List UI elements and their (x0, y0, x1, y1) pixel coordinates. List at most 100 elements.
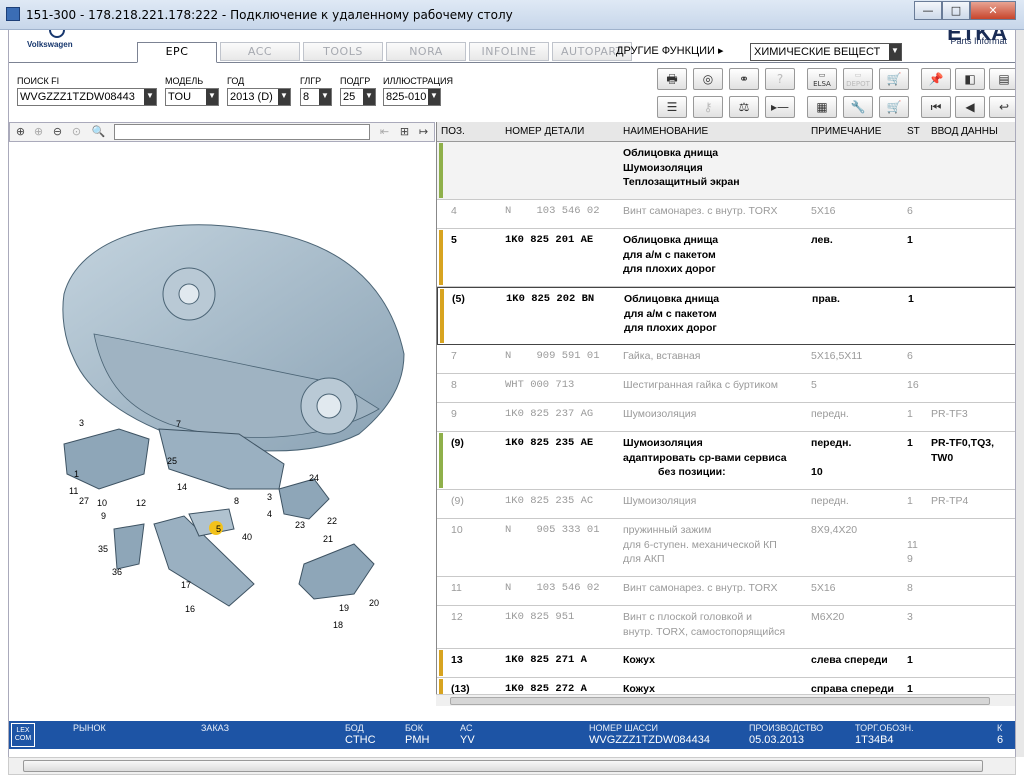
maximize-button[interactable]: □ (942, 1, 970, 20)
year-select[interactable]: 2013 (D) ▼ (227, 88, 291, 106)
key-icon[interactable]: ⚷ (693, 96, 723, 118)
table-row[interactable]: 10 N 905 333 01 пружинный зажим для 6-ступ… (437, 519, 1015, 577)
callout-36[interactable]: 36 (112, 567, 122, 577)
table-row[interactable]: 4 N 103 546 02 Винт самонарез. с внутр. TO… (437, 200, 1015, 229)
callout-19[interactable]: 19 (339, 603, 349, 613)
zoom-fit-icon[interactable]: ⊕ (12, 124, 29, 140)
callout-25[interactable]: 25 (167, 456, 177, 466)
split-view-icon[interactable]: ⊞ (396, 124, 413, 140)
search-icon[interactable]: 🔍 (90, 124, 107, 140)
scale-icon[interactable]: ⚖ (729, 96, 759, 118)
table-row[interactable]: (5) 1K0 825 202 BN Облицовка днища для а/м… (437, 287, 1015, 345)
binoculars-icon[interactable]: ⚭ (729, 68, 759, 90)
callout-18[interactable]: 18 (333, 620, 343, 630)
table-row[interactable]: 12 1K0 825 951 Винт с плоской головкой и в… (437, 606, 1015, 649)
callout-17[interactable]: 17 (181, 580, 191, 590)
close-button[interactable]: ✕ (970, 1, 1016, 20)
callout-20[interactable]: 20 (369, 598, 379, 608)
scroll-icon[interactable]: ▦ (807, 96, 837, 118)
split-right-icon[interactable]: ↦ (415, 124, 432, 140)
col-note-header[interactable]: ПРИМЕЧАНИЕ (811, 126, 881, 137)
list-icon[interactable]: ☰ (657, 96, 687, 118)
callout-1[interactable]: 1 (74, 469, 79, 479)
zoom-in-icon[interactable]: ⊕ (30, 124, 47, 140)
callout-12[interactable]: 12 (136, 498, 146, 508)
chemicals-select[interactable]: ХИМИЧЕСКИЕ ВЕЩЕСТ ▼ (750, 43, 902, 61)
tab-tools[interactable]: TOOLS (303, 42, 383, 61)
illustration-search-input[interactable] (114, 124, 370, 140)
callout-8[interactable]: 8 (234, 496, 239, 506)
first-icon[interactable]: ⏮ (921, 96, 951, 118)
col-name-header[interactable]: НАИМЕНОВАНИЕ (623, 126, 708, 137)
scroll-thumb[interactable] (450, 697, 990, 705)
pin-icon[interactable]: 📌 (921, 68, 951, 90)
fi-search-field[interactable]: WVGZZZ1TZDW08443 ▼ (17, 88, 157, 106)
table-row[interactable]: 5 1K0 825 201 AE Облицовка днища для а/м с… (437, 229, 1015, 287)
table-row[interactable]: 11 N 103 546 02 Винт самонарез. с внутр. T… (437, 577, 1015, 606)
window-vertical-scrollbar[interactable] (1016, 30, 1024, 757)
col-part-header[interactable]: НОМЕР ДЕТАЛИ (505, 126, 584, 137)
tab-epc[interactable]: EPC (137, 42, 217, 63)
callout-9[interactable]: 9 (101, 511, 106, 521)
scroll-thumb[interactable] (23, 760, 983, 772)
callout-24[interactable]: 24 (309, 473, 319, 483)
zoom-reset-icon[interactable]: ⊙ (68, 124, 85, 140)
callout-27[interactable]: 27 (79, 496, 89, 506)
callout-14[interactable]: 14 (177, 482, 187, 492)
table-row[interactable]: 9 1K0 825 237 AG Шумоизоляция передн. 1 PR-TF… (437, 403, 1015, 432)
parts-illustration[interactable]: 3 7 25 14 5 8 3 4 24 1 27 11 10 12 9 22 23 21 35 36 40 17 16 19… (9, 144, 437, 704)
callout-4[interactable]: 4 (267, 509, 272, 519)
table-row[interactable]: (9) 1K0 825 235 AC Шумоизоляция передн. 1 PR-… (437, 490, 1015, 519)
depot-icon[interactable]: ▭ DEPOT (843, 68, 873, 90)
illustration-select[interactable]: 825-010 ▼ (383, 88, 441, 106)
fi-search-value: WVGZZZ1TZDW08443 (20, 91, 135, 103)
subgroup-select[interactable]: 25 ▼ (340, 88, 376, 106)
wrench-icon[interactable]: 🔧 (843, 96, 873, 118)
callout-5[interactable]: 5 (216, 524, 221, 534)
window-titlebar[interactable]: 151-300 - 178.218.221.178:222 - Подключе… (0, 0, 1024, 30)
back-icon[interactable]: ↩ (989, 96, 1015, 118)
callout-10[interactable]: 10 (97, 498, 107, 508)
callout-22[interactable]: 22 (327, 516, 337, 526)
callout-40[interactable]: 40 (242, 532, 252, 542)
model-select[interactable]: TOU ▼ (165, 88, 219, 106)
main-group-select[interactable]: 8 ▼ (300, 88, 332, 106)
callout-3[interactable]: 3 (79, 418, 84, 428)
tab-acc[interactable]: ACC (220, 42, 300, 61)
col-st-header[interactable]: ST (907, 126, 920, 137)
col-pos-header[interactable]: ПОЗ. (441, 126, 465, 137)
table-row[interactable]: 7 N 909 591 01 Гайка, вставная 5X16,5X11 6 (437, 345, 1015, 374)
callout-11[interactable]: 11 (69, 486, 78, 496)
page-back-icon[interactable]: ◧ (955, 68, 985, 90)
callout-23[interactable]: 23 (295, 520, 305, 530)
table-row[interactable]: 13 1K0 825 271 A Кожух слева спереди 1 (437, 649, 1015, 678)
callout-16[interactable]: 16 (185, 604, 195, 614)
table-row[interactable]: Облицовка днища Шумоизоляция Теплозащитн… (437, 142, 1015, 200)
cart-add-icon[interactable]: 🛒 (879, 68, 909, 90)
table-horizontal-scrollbar[interactable] (436, 694, 1015, 706)
callout-21[interactable]: 21 (323, 534, 333, 544)
prev-icon[interactable]: ◀ (955, 96, 985, 118)
other-functions-menu[interactable]: ДРУГИЕ ФУНКЦИИ ▸ (616, 44, 724, 57)
tab-nora[interactable]: NORA (386, 42, 466, 61)
table-row[interactable]: 8 WHT 000 713 Шестигранная гайка с буртико… (437, 374, 1015, 403)
callout-35[interactable]: 35 (98, 544, 108, 554)
cell-pos: 8 (451, 379, 457, 391)
tab-infoline[interactable]: INFOLINE (469, 42, 549, 61)
callout-3[interactable]: 3 (267, 492, 272, 502)
question-icon[interactable]: ? (765, 68, 795, 90)
callout-7[interactable]: 7 (176, 419, 181, 429)
minimize-button[interactable]: — (914, 1, 942, 20)
cart-icon[interactable]: 🛒 (879, 96, 909, 118)
window-horizontal-scrollbar[interactable] (8, 757, 1016, 775)
print-icon[interactable]: 🖶 (657, 68, 687, 90)
zoom-out-icon[interactable]: ⊖ (49, 124, 66, 140)
split-left-icon[interactable]: ⇤ (376, 124, 393, 140)
disc-icon[interactable]: ◎ (693, 68, 723, 90)
play-minus-icon[interactable]: ▸— (765, 96, 795, 118)
col-input-header[interactable]: ВВОД ДАННЫ (931, 126, 998, 137)
table-row[interactable]: (9) 1K0 825 235 AE Шумоизоляция адаптирова… (437, 432, 1015, 490)
page-icon[interactable]: ▤ (989, 68, 1015, 90)
rdp-window: 151-300 - 178.218.221.178:222 - Подключе… (0, 0, 1024, 781)
elsa-icon[interactable]: ▭ ELSA (807, 68, 837, 90)
